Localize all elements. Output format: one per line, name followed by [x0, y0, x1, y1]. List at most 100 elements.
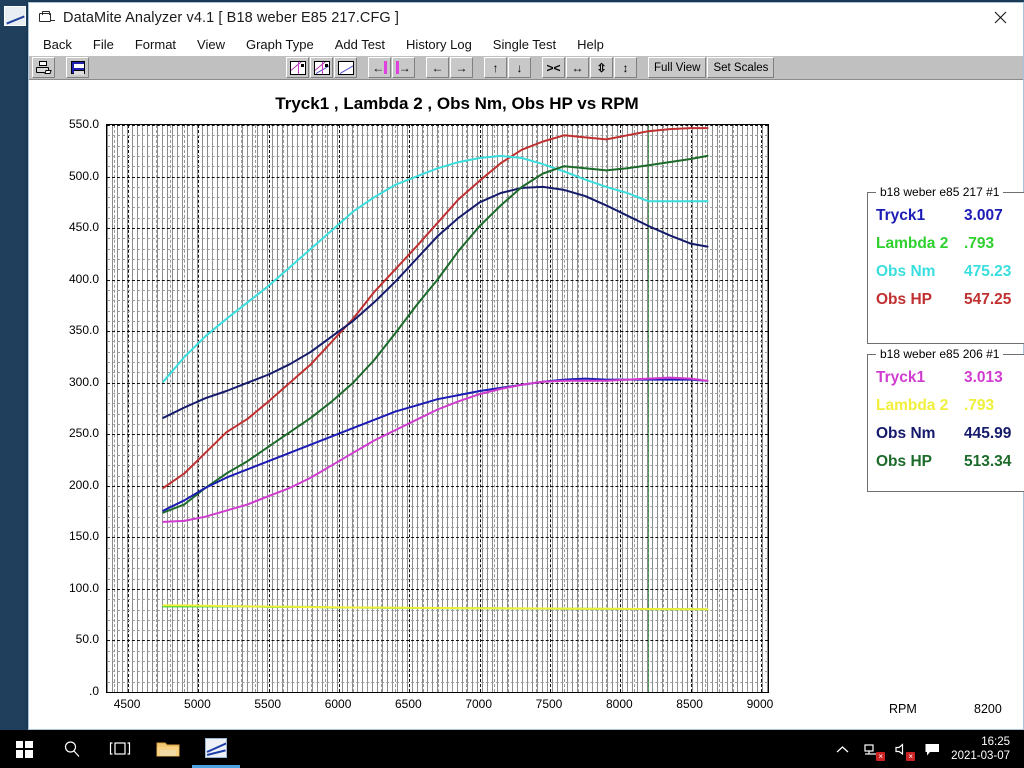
clock-time: 16:25: [981, 736, 1010, 748]
y-axis-tick-label: 400.0: [68, 271, 99, 286]
menu-item-single-test[interactable]: Single Test: [493, 37, 556, 52]
x-axis-tick-label: 5000: [184, 697, 211, 711]
legend-channel-value: .793: [964, 397, 995, 414]
series-line: [162, 604, 709, 611]
legend-channel-value: 513.34: [964, 453, 1012, 470]
error-badge: ×: [876, 752, 886, 761]
toolbar-separator: [416, 57, 426, 78]
legend-channel-name: Obs HP: [876, 453, 932, 470]
network-status-button[interactable]: ×: [857, 730, 887, 768]
datamite-analyzer-button[interactable]: [192, 730, 240, 768]
graph-type-2-button[interactable]: [310, 57, 333, 78]
y-axis-tick-label: 50.0: [75, 632, 99, 647]
menu-item-back[interactable]: Back: [43, 37, 72, 52]
graph-blue-icon: [313, 60, 330, 75]
zoom-in-horizontal-button[interactable]: ><: [542, 57, 565, 78]
legend-row[interactable]: Obs HP 547.25: [868, 291, 1024, 319]
arrow-left-bar-icon: ←: [372, 61, 387, 74]
legend-channel-value: 3.007: [964, 207, 1003, 224]
show-hidden-icons-button[interactable]: [827, 730, 857, 768]
close-icon: [994, 11, 1006, 24]
step-right-button[interactable]: →: [392, 57, 415, 78]
menu-item-add-test[interactable]: Add Test: [335, 37, 385, 52]
pan-down-button[interactable]: ↓: [508, 57, 531, 78]
menu-item-file[interactable]: File: [93, 37, 114, 52]
y-axis-tick-label: 350.0: [68, 323, 99, 338]
full-view-label: Full View: [654, 61, 701, 74]
arrows-inward-icon: ><: [546, 60, 561, 75]
y-axis-tick-label: 300.0: [68, 374, 99, 389]
legend-channel-value: 445.99: [964, 425, 1012, 442]
y-axis-tick-label: 150.0: [68, 529, 99, 544]
graph-type-1-button[interactable]: [286, 57, 309, 78]
toolbar: ← → ← → ↑ ↓ >< ↔ ⇳ ↕ Full View Set Scale…: [29, 55, 1023, 80]
speech-bubble-icon: [925, 743, 939, 755]
search-button[interactable]: [48, 730, 96, 768]
arrows-vertical-inward-icon: ⇳: [596, 60, 607, 75]
zoom-out-vertical-button[interactable]: ↕: [614, 57, 637, 78]
x-axis-tick-label: 5500: [254, 697, 282, 711]
arrows-vertical-icon: ↕: [622, 60, 629, 75]
x-axis: 4500 5000 5500 6000 6500 7000 7500 8000 8500 9000: [106, 697, 774, 717]
file-explorer-button[interactable]: [144, 730, 192, 768]
start-button[interactable]: [0, 730, 48, 768]
menu-item-view[interactable]: View: [197, 37, 225, 52]
chevron-up-icon: [836, 745, 849, 752]
legend-row[interactable]: Obs HP 513.34: [868, 453, 1024, 481]
legend-row[interactable]: Lambda 2 .793: [868, 235, 1024, 263]
zoom-out-horizontal-button[interactable]: ↔: [566, 57, 589, 78]
graph-magenta-icon: [289, 60, 306, 75]
legend-row[interactable]: Obs Nm 445.99: [868, 425, 1024, 453]
toolbar-separator: [56, 57, 66, 78]
volume-button[interactable]: ×: [887, 730, 917, 768]
set-scales-label: Set Scales: [713, 61, 769, 74]
graph-type-3-button[interactable]: [334, 57, 357, 78]
menu-item-history-log[interactable]: History Log: [406, 37, 472, 52]
full-view-button[interactable]: Full View: [648, 57, 707, 78]
y-axis-tick-label: 200.0: [68, 477, 99, 492]
menu-item-graph-type[interactable]: Graph Type: [246, 37, 314, 52]
taskbar: × × 16:25 2021-03-07: [0, 730, 1024, 768]
legend-channel-name: Tryck1: [876, 369, 926, 386]
search-icon: [64, 741, 80, 757]
desktop-shortcut-icon[interactable]: [2, 6, 28, 66]
set-scales-button[interactable]: Set Scales: [707, 57, 775, 78]
legend-row[interactable]: Obs Nm 475.23: [868, 263, 1024, 291]
print-button[interactable]: [32, 57, 55, 78]
legend-title: b18 weber e85 217 #1: [876, 185, 1004, 199]
rpm-readout-value: 8200: [974, 702, 1002, 716]
series-lines: [162, 127, 709, 611]
zoom-in-vertical-button[interactable]: ⇳: [590, 57, 613, 78]
action-center-button[interactable]: [917, 730, 947, 768]
arrow-up-icon: ↑: [492, 60, 499, 75]
x-axis-tick-label: 8000: [605, 697, 633, 711]
title-bar: DataMite Analyzer v4.1 [ B18 weber E85 2…: [29, 3, 1023, 33]
save-button[interactable]: [66, 57, 89, 78]
grid-hline: [107, 692, 768, 693]
pan-right-button[interactable]: →: [450, 57, 473, 78]
legend-row[interactable]: Tryck1 3.007: [868, 207, 1024, 235]
menu-item-help[interactable]: Help: [577, 37, 604, 52]
y-axis-tick-label: 500.0: [68, 168, 99, 183]
menu-item-format[interactable]: Format: [135, 37, 176, 52]
legend-title: b18 weber e85 206 #1: [876, 347, 1004, 361]
arrow-right-icon: →: [455, 60, 468, 75]
legend-channel-name: Lambda 2: [876, 397, 949, 414]
pan-left-button[interactable]: ←: [426, 57, 449, 78]
task-view-button[interactable]: [96, 730, 144, 768]
y-axis-tick-label: 550.0: [68, 117, 99, 131]
arrow-down-icon: ↓: [516, 60, 523, 75]
clock[interactable]: 16:25 2021-03-07: [947, 735, 1016, 763]
legend-row[interactable]: Tryck1 3.013: [868, 369, 1024, 397]
legend-row[interactable]: Lambda 2 .793: [868, 397, 1024, 425]
x-axis-tick-label: 6000: [324, 697, 352, 711]
plot-canvas[interactable]: [106, 124, 769, 693]
x-axis-tick-label: 4500: [113, 697, 141, 711]
step-left-button[interactable]: ←: [368, 57, 391, 78]
window-title: DataMite Analyzer v4.1 [ B18 weber E85 2…: [63, 9, 400, 26]
close-button[interactable]: [977, 3, 1023, 32]
pan-up-button[interactable]: ↑: [484, 57, 507, 78]
legend-panel-test-206: b18 weber e85 206 #1 Tryck1 3.013 Lambda…: [867, 347, 1024, 492]
legend-channel-value: 3.013: [964, 369, 1003, 386]
